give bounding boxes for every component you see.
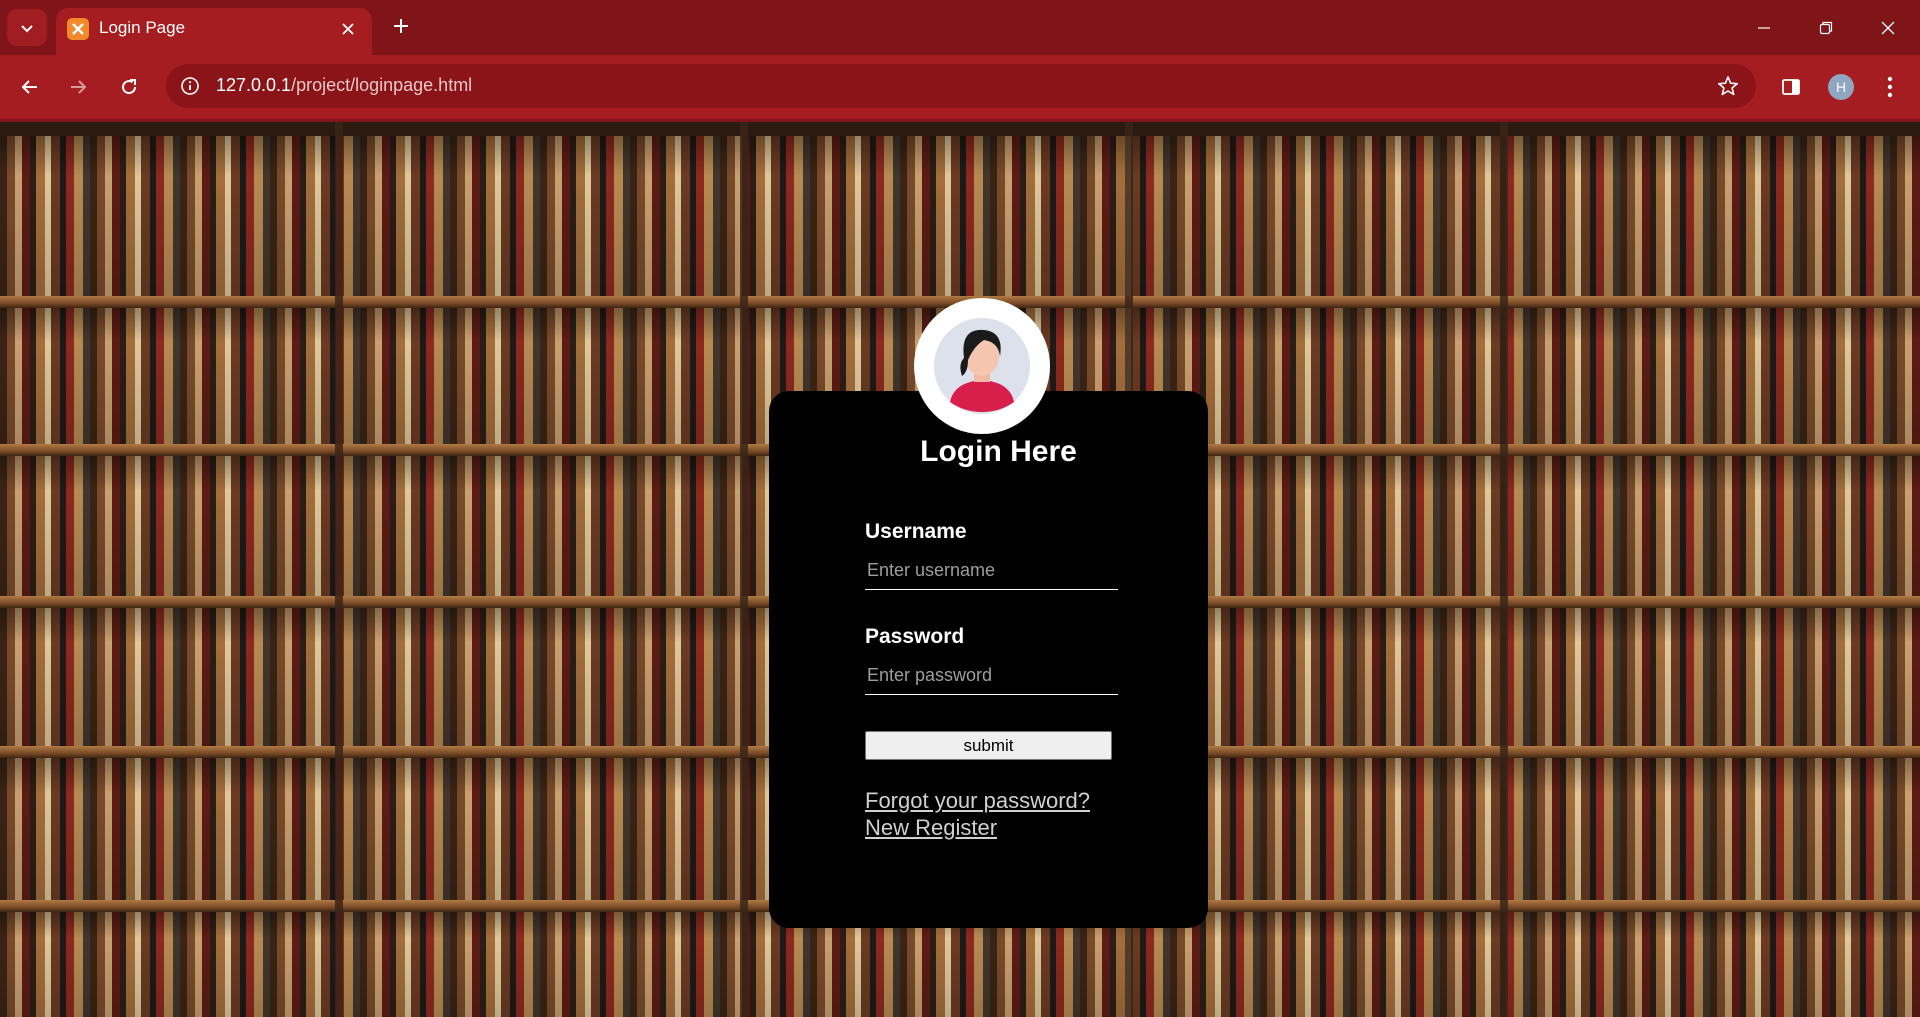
xampp-icon [67,18,89,40]
tab-login-page[interactable]: Login Page [56,8,372,55]
info-icon[interactable] [178,74,202,98]
forward-button[interactable] [61,70,95,104]
tab-list-button[interactable] [7,9,47,46]
bookmark-button[interactable] [1716,74,1740,98]
chevron-down-icon [21,24,33,32]
submit-button[interactable]: submit [865,731,1112,760]
user-avatar-icon [914,298,1050,434]
forgot-password-link[interactable]: Forgot your password? [865,788,1090,814]
username-label: Username [865,520,967,543]
shelf-post [740,122,748,1017]
minimize-icon [1758,26,1770,29]
password-input[interactable] [865,657,1118,695]
url-host: 127.0.0.1 [216,75,292,95]
browser-menu-button[interactable] [1873,70,1907,104]
restore-button[interactable] [1796,0,1856,55]
window-close-button[interactable] [1858,0,1918,55]
url-path: /project/loginpage.html [291,75,473,95]
reload-icon [122,79,137,95]
side-panel-button[interactable] [1774,70,1808,104]
side-panel-icon [1782,79,1800,95]
reload-button[interactable] [112,70,146,104]
profile-avatar: H [1828,74,1854,100]
username-input[interactable] [865,552,1118,590]
restore-icon [1819,21,1833,34]
close-icon [342,23,354,35]
login-title: Login Here [920,435,1077,468]
kebab-menu-icon [1887,76,1893,98]
plus-icon [394,19,408,33]
url-text: 127.0.0.1/project/loginpage.html [216,75,472,96]
browser-toolbar: 127.0.0.1/project/loginpage.html H [0,55,1920,119]
password-label: Password [865,625,965,648]
new-register-link[interactable]: New Register [865,815,997,841]
minimize-button[interactable] [1734,0,1794,55]
address-bar[interactable]: 127.0.0.1/project/loginpage.html [166,64,1756,108]
tab-title: Login Page [99,18,186,37]
arrow-left-icon [21,80,37,94]
new-tab-button[interactable] [386,11,416,41]
shelf-post [1500,122,1508,1017]
star-icon [1718,76,1738,96]
arrow-right-icon [71,80,87,94]
close-icon [1881,21,1895,34]
tab-strip: Login Page [0,0,1920,55]
bookshelf-row [0,136,1920,296]
tab-close-button[interactable] [336,17,360,41]
back-button[interactable] [13,70,47,104]
profile-button[interactable]: H [1824,70,1858,104]
shelf-post [335,122,343,1017]
